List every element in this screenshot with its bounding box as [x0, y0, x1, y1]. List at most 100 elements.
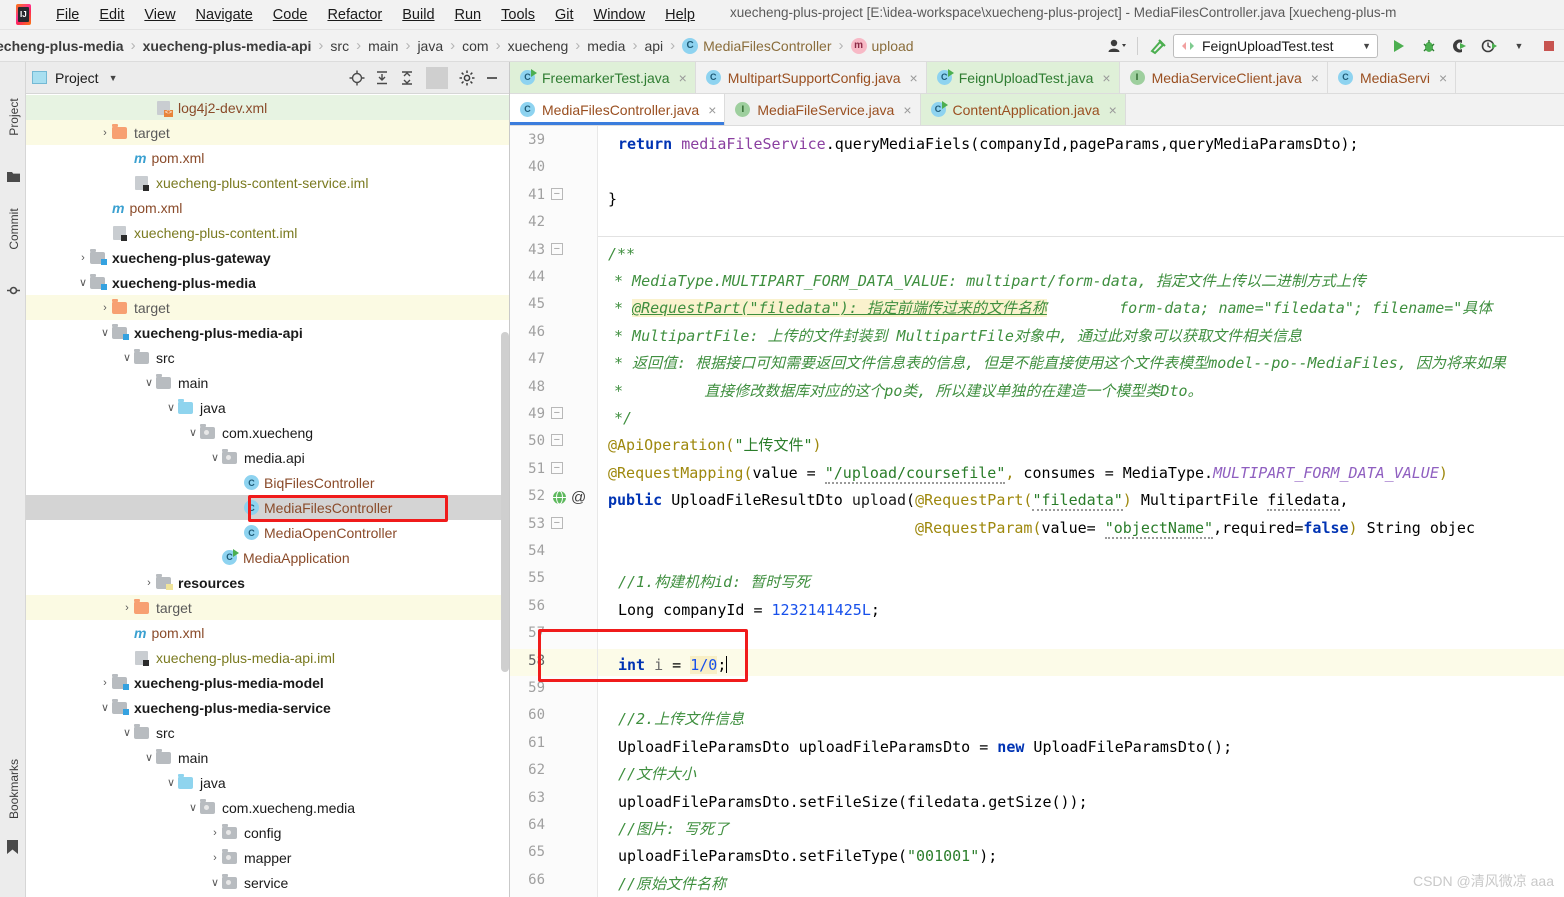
menu-help[interactable]: Help — [655, 4, 705, 26]
menu-edit[interactable]: Edit — [89, 4, 134, 26]
fold-marker[interactable]: − — [550, 187, 563, 200]
tree-twisty[interactable]: ∨ — [98, 701, 112, 714]
tree-row[interactable]: ›mpom.xml — [26, 620, 509, 645]
editor-tab[interactable]: C MediaFilesController.java × — [510, 94, 726, 125]
run-coverage-icon[interactable] — [1444, 33, 1474, 59]
breadcrumb-item-class[interactable]: C MediaFilesController — [680, 37, 833, 54]
tree-row[interactable]: ∨ media.api — [26, 445, 509, 470]
fold-marker[interactable]: − — [550, 242, 563, 255]
tree-row[interactable]: ›log4j2-dev.xml — [26, 95, 509, 120]
project-tree[interactable]: ›log4j2-dev.xml›target›mpom.xml›xuecheng… — [26, 94, 509, 897]
tree-twisty[interactable]: ∨ — [76, 276, 90, 289]
menu-refactor[interactable]: Refactor — [317, 4, 392, 26]
build-hammer-icon[interactable] — [1143, 33, 1173, 59]
code-content[interactable]: return mediaFileService.queryMediaFiels(… — [598, 126, 1564, 897]
tree-twisty[interactable]: ∨ — [164, 401, 178, 414]
tree-twisty[interactable]: › — [76, 252, 90, 264]
editor-gutter[interactable]: 39 40 41 42 43 44 45 46 47 48 49 50 51 52 53 54 55 56 57 58… — [510, 126, 598, 897]
code-line[interactable]: UploadFileParamsDto uploadFileParamsDto … — [618, 734, 1232, 761]
minimize-icon[interactable] — [481, 67, 503, 89]
editor-tab[interactable]: C ContentApplication.java × — [920, 94, 1126, 125]
code-line[interactable]: //图片: 写死了 — [618, 816, 729, 843]
breadcrumb-item-src[interactable]: src — [328, 38, 351, 54]
tree-row[interactable]: › target — [26, 295, 509, 320]
tree-row[interactable]: ›CMediaApplication — [26, 545, 509, 570]
tree-twisty[interactable]: › — [142, 577, 156, 589]
gutter-icons[interactable]: @ — [552, 489, 586, 506]
rail-button-bookmarks[interactable]: Bookmarks — [7, 759, 21, 819]
fold-marker[interactable]: − — [550, 434, 563, 447]
tree-row[interactable]: ∨ main — [26, 370, 509, 395]
close-icon[interactable]: × — [708, 102, 716, 118]
menu-git[interactable]: Git — [545, 4, 584, 26]
menu-run[interactable]: Run — [445, 4, 492, 26]
tree-row[interactable]: ∨ com.xuecheng.media — [26, 795, 509, 820]
tree-row[interactable]: › config — [26, 820, 509, 845]
user-avatar-icon[interactable] — [1102, 33, 1132, 59]
code-line[interactable]: //原始文件名称 — [618, 871, 726, 897]
code-line[interactable]: uploadFileParamsDto.setFileType("001001"… — [618, 843, 997, 870]
tree-twisty[interactable]: › — [120, 602, 134, 614]
close-icon[interactable]: × — [1311, 70, 1319, 86]
tree-row[interactable]: › resources — [26, 570, 509, 595]
tree-row[interactable]: ›CMediaFilesController — [26, 495, 509, 520]
tree-row[interactable]: ∨ xuecheng-plus-media-service — [26, 695, 509, 720]
editor-tab[interactable]: C FreemarkerTest.java × — [510, 62, 696, 93]
menu-navigate[interactable]: Navigate — [186, 4, 263, 26]
close-icon[interactable]: × — [679, 70, 687, 86]
tree-twisty[interactable]: ∨ — [120, 351, 134, 364]
bookmark-icon[interactable] — [7, 840, 20, 854]
locate-icon[interactable] — [346, 67, 368, 89]
rail-button-project[interactable]: Project — [7, 87, 21, 147]
code-line[interactable]: //文件大小 — [618, 761, 696, 788]
breadcrumb-item-api[interactable]: api — [642, 38, 665, 54]
chevron-down-icon[interactable]: ▼ — [109, 73, 118, 83]
fold-marker[interactable]: − — [550, 516, 563, 529]
close-icon[interactable]: × — [903, 102, 911, 118]
tree-row[interactable]: ∨ src — [26, 720, 509, 745]
run-configuration-selector[interactable]: FeignUploadTest.test ▼ — [1173, 34, 1378, 58]
code-line[interactable]: @RequestParam(value= "objectName",requir… — [608, 515, 1475, 542]
code-line[interactable]: int i = 1/0; — [618, 652, 728, 679]
tree-row[interactable]: ›xuecheng-plus-content.iml — [26, 220, 509, 245]
project-scrollbar[interactable] — [501, 332, 509, 672]
tree-twisty[interactable]: › — [208, 852, 222, 864]
tree-row[interactable]: › target — [26, 120, 509, 145]
editor-tab[interactable]: C MultipartSupportConfig.java × — [695, 62, 927, 93]
tree-row[interactable]: › mapper — [26, 845, 509, 870]
stop-icon[interactable] — [1534, 33, 1564, 59]
tree-row[interactable]: ∨ xuecheng-plus-media — [26, 270, 509, 295]
profiler-dropdown-icon[interactable]: ▼ — [1504, 33, 1534, 59]
tree-row[interactable]: › target — [26, 595, 509, 620]
tree-row[interactable]: ∨ java — [26, 770, 509, 795]
breadcrumb-item-com[interactable]: com — [460, 38, 490, 54]
code-line[interactable]: * MultipartFile: 上传的文件封装到 MultipartFile对… — [614, 323, 1302, 350]
tree-twisty[interactable]: ∨ — [208, 876, 222, 889]
rail-button-commit[interactable]: Commit — [7, 199, 21, 259]
profiler-icon[interactable] — [1474, 33, 1504, 59]
code-line[interactable]: * 直接修改数据库对应的这个po类, 所以建议单独的在建造一个模型类Dto。 — [614, 378, 1203, 405]
breadcrumb-item-media[interactable]: echeng-plus-media — [0, 38, 126, 54]
breadcrumb-item-main[interactable]: main — [366, 38, 400, 54]
code-line[interactable]: @ApiOperation("上传文件") — [608, 432, 822, 459]
tree-twisty[interactable]: ∨ — [208, 451, 222, 464]
menu-build[interactable]: Build — [392, 4, 444, 26]
code-line[interactable]: Long companyId = 1232141425L; — [618, 597, 880, 624]
code-line[interactable]: /** — [608, 241, 635, 268]
tree-row[interactable]: ∨ java — [26, 395, 509, 420]
tree-row[interactable]: › xuecheng-plus-media-model — [26, 670, 509, 695]
close-icon[interactable]: × — [910, 70, 918, 86]
tree-row[interactable]: ∨ xuecheng-plus-media-api — [26, 320, 509, 345]
tree-row[interactable]: ›mpom.xml — [26, 145, 509, 170]
breadcrumb-item-java[interactable]: java — [415, 38, 445, 54]
rail-button-structure[interactable]: ture — [7, 885, 21, 897]
code-line[interactable]: return mediaFileService.queryMediaFiels(… — [618, 131, 1359, 158]
menu-window[interactable]: Window — [584, 4, 656, 26]
tree-row[interactable]: ∨ service — [26, 870, 509, 895]
breadcrumb-item-method[interactable]: m upload — [849, 37, 916, 54]
code-line[interactable]: //1.构建机构id: 暂时写死 — [618, 569, 810, 596]
tree-twisty[interactable]: ∨ — [98, 326, 112, 339]
editor-tab-row-1[interactable]: C FreemarkerTest.java × C MultipartSupportCo… — [510, 62, 1564, 94]
tree-row[interactable]: › xuecheng-plus-gateway — [26, 245, 509, 270]
tree-twisty[interactable]: › — [98, 302, 112, 314]
